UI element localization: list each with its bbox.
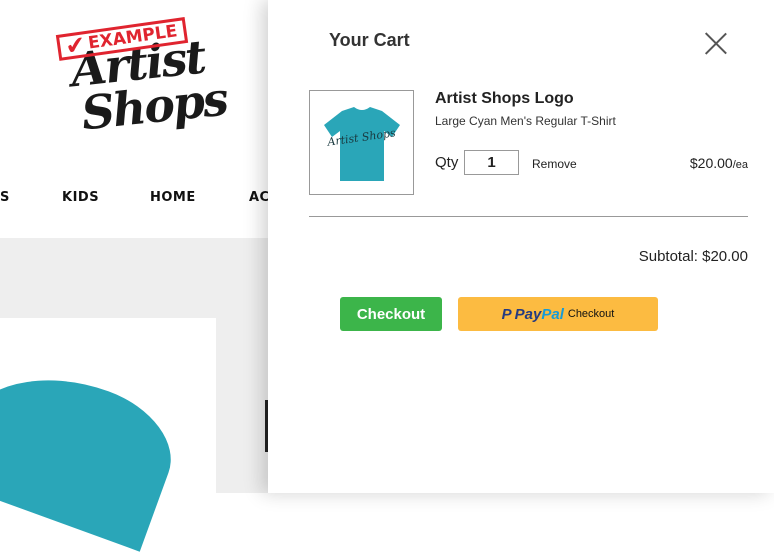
nav-item-home[interactable]: HOME xyxy=(150,190,196,205)
paypal-pal-text: Pal xyxy=(541,305,564,323)
quantity-input[interactable] xyxy=(464,150,519,175)
checkout-button[interactable]: Checkout xyxy=(340,297,442,331)
cart-item-description: Large Cyan Men's Regular T-Shirt xyxy=(435,114,616,128)
paypal-icon: P xyxy=(501,305,512,323)
nav-item-partial[interactable]: S xyxy=(0,190,10,205)
logo-line-2: Shops xyxy=(78,71,230,141)
qty-label: Qty xyxy=(435,154,459,171)
cart-item-name: Artist Shops Logo xyxy=(435,90,574,107)
cart-title: Your Cart xyxy=(329,30,410,50)
cart-item-price: $20.00/ea xyxy=(690,155,748,171)
nav-item-accessories[interactable]: AC xyxy=(249,190,270,205)
cart-subtotal: Subtotal: $20.00 xyxy=(638,248,748,265)
paypal-checkout-button[interactable]: P Pay Pal Checkout xyxy=(458,297,658,331)
paypal-checkout-label: Checkout xyxy=(567,308,615,320)
store-logo[interactable]: Artist Shops ✔ EXAMPLE xyxy=(55,17,235,153)
cart-item-thumbnail[interactable]: Artist Shops xyxy=(309,90,414,195)
tshirt-icon: Artist Shops xyxy=(324,107,400,181)
remove-link[interactable]: Remove xyxy=(532,157,577,171)
nav-item-kids[interactable]: KIDS xyxy=(62,190,99,205)
close-icon[interactable] xyxy=(701,28,731,58)
cart-divider xyxy=(309,216,748,217)
price-value: $20.00 xyxy=(689,155,733,171)
price-unit: /ea xyxy=(732,159,748,171)
cart-drawer: Your Cart Artist Shops Artist Shops Logo… xyxy=(268,0,774,493)
checkmark-icon: ✔ xyxy=(63,30,88,61)
paypal-pay-text: Pay xyxy=(514,305,542,323)
